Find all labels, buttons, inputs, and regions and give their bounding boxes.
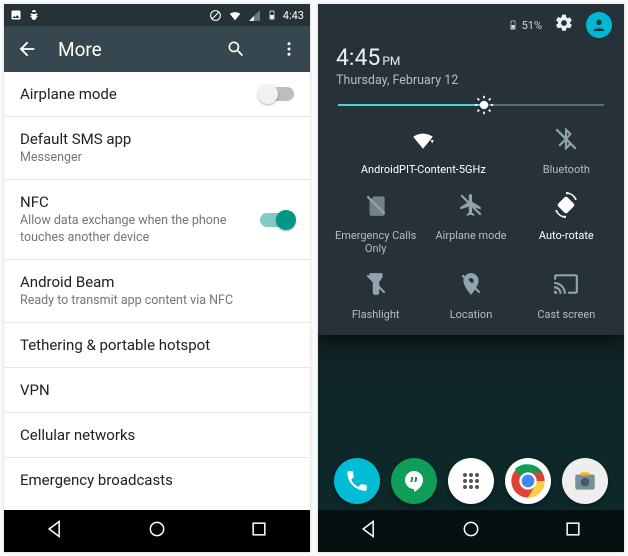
switch-airplane[interactable] <box>260 87 294 101</box>
item-primary: NFC <box>20 193 248 211</box>
tile-label: Cast screen <box>537 308 595 321</box>
auto-rotate-icon <box>553 192 579 221</box>
shade-clock-block[interactable]: 4:45PM Thursday, February 12 <box>318 40 624 98</box>
do-not-disturb-icon <box>209 9 222 22</box>
tile-label: AndroidPIT-Content-5GHz <box>361 163 486 176</box>
user-avatar-icon[interactable] <box>586 12 612 38</box>
item-primary: VPN <box>20 381 294 399</box>
notification-shade: 51% 4:45PM Thursday, February 12 <box>318 4 624 335</box>
item-airplane-mode[interactable]: Airplane mode <box>4 72 310 117</box>
shade-clock: 4:45PM <box>336 44 606 71</box>
item-secondary: Ready to transmit app content via NFC <box>20 293 294 309</box>
tile-label: Auto-rotate <box>539 229 594 242</box>
dock-chrome-icon[interactable] <box>505 458 551 504</box>
tile-autorotate[interactable]: Auto-rotate <box>519 192 614 255</box>
flashlight-off-icon <box>363 271 389 300</box>
tile-bluetooth[interactable]: Bluetooth <box>519 126 614 176</box>
item-tethering[interactable]: Tethering & portable hotspot <box>4 323 310 368</box>
tile-cast[interactable]: Cast screen <box>519 271 614 321</box>
item-primary: Emergency broadcasts <box>20 471 294 489</box>
item-secondary: Allow data exchange when the phone touch… <box>20 213 248 246</box>
item-secondary: Messenger <box>20 150 294 166</box>
wifi-icon <box>228 8 242 22</box>
app-dock <box>318 458 624 504</box>
tile-label: Flashlight <box>352 308 400 321</box>
tile-label: Airplane mode <box>435 229 506 242</box>
brightness-thumb-icon[interactable] <box>474 95 494 115</box>
signal-icon <box>248 9 261 22</box>
nav-home-icon[interactable] <box>461 519 481 543</box>
page-title: More <box>58 38 102 61</box>
dock-camera-icon[interactable] <box>562 458 608 504</box>
tile-label: Emergency Calls Only <box>328 229 423 255</box>
item-vpn[interactable]: VPN <box>4 368 310 413</box>
dock-phone-icon[interactable] <box>334 458 380 504</box>
cast-icon <box>553 271 579 300</box>
search-icon[interactable] <box>226 39 246 59</box>
bug-icon <box>28 9 40 21</box>
quick-tiles: AndroidPIT-Content-5GHz Bluetooth Emerge… <box>318 120 624 323</box>
brightness-track[interactable] <box>338 104 604 106</box>
nav-recents-icon[interactable] <box>249 519 269 543</box>
item-primary: Tethering & portable hotspot <box>20 336 294 354</box>
item-primary: Airplane mode <box>20 85 248 103</box>
switch-nfc[interactable] <box>260 213 294 227</box>
back-icon[interactable] <box>16 38 38 60</box>
tile-sim[interactable]: Emergency Calls Only <box>328 192 423 255</box>
app-bar: More <box>4 26 310 72</box>
item-cellular[interactable]: Cellular networks <box>4 413 310 458</box>
wifi-icon <box>410 126 436 155</box>
nav-home-icon[interactable] <box>147 519 167 543</box>
shade-date: Thursday, February 12 <box>336 73 606 88</box>
navigation-bar <box>318 510 624 552</box>
item-primary: Cellular networks <box>20 426 294 444</box>
tile-label: Bluetooth <box>543 163 590 176</box>
quick-settings-screen: 51% 4:45PM Thursday, February 12 <box>318 4 624 552</box>
battery-indicator[interactable]: 51% <box>508 18 542 32</box>
location-off-icon <box>458 271 484 300</box>
dock-hangouts-icon[interactable] <box>391 458 437 504</box>
item-default-sms[interactable]: Default SMS app Messenger <box>4 117 310 180</box>
item-nfc[interactable]: NFC Allow data exchange when the phone t… <box>4 180 310 260</box>
navigation-bar <box>4 510 310 552</box>
tile-location[interactable]: Location <box>423 271 518 321</box>
overflow-icon[interactable] <box>280 40 298 58</box>
item-primary: Default SMS app <box>20 130 294 148</box>
image-icon <box>10 9 22 21</box>
dock-apps-icon[interactable] <box>448 458 494 504</box>
bluetooth-off-icon <box>553 126 579 155</box>
tile-flashlight[interactable]: Flashlight <box>328 271 423 321</box>
status-clock: 4:43 <box>283 9 304 22</box>
settings-gear-icon[interactable] <box>554 13 574 37</box>
settings-more-screen: 4:43 More Airplane mode Default SMS app … <box>4 4 310 552</box>
nav-back-icon[interactable] <box>359 519 379 543</box>
tile-label: Location <box>450 308 493 321</box>
battery-pct: 51% <box>522 19 542 32</box>
item-primary: Android Beam <box>20 273 294 291</box>
tile-wifi[interactable]: AndroidPIT-Content-5GHz <box>328 126 519 176</box>
airplane-off-icon <box>458 192 484 221</box>
no-sim-icon <box>363 192 389 221</box>
tile-airplane[interactable]: Airplane mode <box>423 192 518 255</box>
status-bar: 4:43 <box>4 4 310 26</box>
item-emergency-broadcasts[interactable]: Emergency broadcasts <box>4 458 310 502</box>
battery-icon <box>267 8 277 22</box>
brightness-slider[interactable] <box>318 98 624 120</box>
item-android-beam[interactable]: Android Beam Ready to transmit app conte… <box>4 260 310 323</box>
nav-recents-icon[interactable] <box>563 519 583 543</box>
settings-list: Airplane mode Default SMS app Messenger … <box>4 72 310 502</box>
shade-header: 51% <box>318 4 624 40</box>
nav-back-icon[interactable] <box>45 519 65 543</box>
